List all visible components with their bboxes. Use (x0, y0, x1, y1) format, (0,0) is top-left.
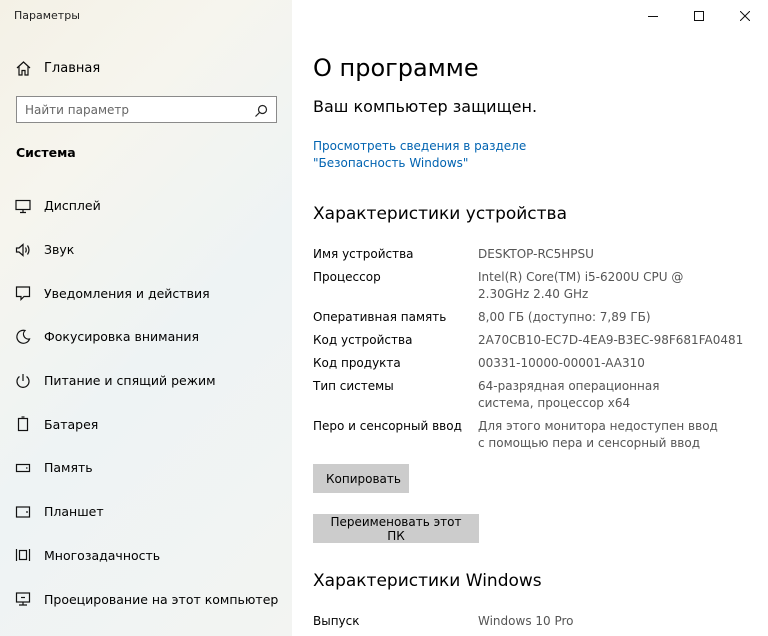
maximize-icon (694, 6, 704, 25)
minimize-icon (648, 6, 658, 25)
spec-value: DESKTOP-RC5HPSU (478, 247, 594, 261)
windows-specs-heading: Характеристики Windows (313, 571, 542, 591)
maximize-button[interactable] (676, 0, 722, 30)
spec-value: Для этого монитора недоступен ввод с пом… (478, 419, 718, 450)
protection-status: Ваш компьютер защищен. (313, 97, 538, 116)
sidebar-item-label: Память (44, 460, 93, 476)
projecting-icon (15, 591, 31, 607)
sidebar-item-label: Фокусировка внимания (44, 329, 200, 345)
sidebar-item-focus-assist[interactable]: Фокусировка внимания (0, 315, 292, 359)
section-title: Система (16, 145, 76, 160)
sidebar-item-label: Батарея (44, 416, 99, 432)
sidebar-item-label: Питание и спящий режим (44, 373, 216, 389)
sidebar-item-notifications[interactable]: Уведомления и действия (0, 271, 292, 315)
window-title: Параметры (14, 9, 80, 22)
sidebar-item-projecting[interactable]: Проецирование на этот компьютер (0, 577, 292, 621)
sidebar-item-label: Дисплей (44, 198, 101, 214)
sidebar: Параметры Главная Система Дисплей (0, 0, 292, 636)
windows-security-link[interactable]: Просмотреть сведения в разделе "Безопасн… (313, 138, 613, 172)
home-button[interactable]: Главная (14, 58, 100, 78)
sidebar-nav: Дисплей Звук Уведомления и действия Фоку… (0, 184, 292, 621)
copy-button[interactable]: Копировать (313, 464, 409, 493)
spec-value: Intel(R) Core(TM) i5-6200U CPU @ 2.30GHz… (478, 270, 684, 301)
minimize-button[interactable] (630, 0, 676, 30)
spec-key: Имя устройства (313, 247, 414, 261)
sidebar-item-storage[interactable]: Память (0, 446, 292, 490)
tablet-icon (15, 504, 31, 520)
spec-key: Тип системы (313, 379, 394, 393)
sidebar-item-label: Звук (44, 242, 75, 258)
storage-icon (15, 460, 31, 476)
window-controls (630, 0, 768, 30)
search-icon[interactable] (254, 103, 268, 117)
multitasking-icon (15, 547, 31, 563)
sidebar-item-tablet[interactable]: Планшет (0, 490, 292, 534)
sidebar-item-label: Уведомления и действия (44, 285, 210, 301)
spec-value: 8,00 ГБ (доступно: 7,89 ГБ) (478, 310, 651, 324)
sidebar-item-label: Многозадачность (44, 547, 161, 563)
spec-value: 64-разрядная операционная система, проце… (478, 379, 660, 410)
sidebar-item-battery[interactable]: Батарея (0, 402, 292, 446)
spec-key: Выпуск (313, 614, 360, 628)
home-icon (14, 59, 32, 77)
sidebar-item-label: Проецирование на этот компьютер (44, 591, 279, 607)
search-input[interactable] (25, 102, 254, 117)
rename-pc-button[interactable]: Переименовать этот ПК (313, 514, 479, 543)
device-specs-heading: Характеристики устройства (313, 204, 567, 224)
spec-value: 2A70CB10-EC7D-4EA9-B3EC-98F681FA0481 (478, 333, 744, 347)
notification-icon (15, 285, 31, 302)
sidebar-item-multitasking[interactable]: Многозадачность (0, 534, 292, 578)
spec-key: Перо и сенсорный ввод (313, 419, 462, 433)
sidebar-item-display[interactable]: Дисплей (0, 184, 292, 228)
spec-key: Оперативная память (313, 310, 447, 324)
spec-value: Windows 10 Pro (478, 614, 574, 628)
sidebar-item-power[interactable]: Питание и спящий режим (0, 359, 292, 403)
spec-key: Код продукта (313, 356, 401, 370)
close-button[interactable] (722, 0, 768, 30)
search-box[interactable] (16, 96, 277, 123)
sidebar-item-sound[interactable]: Звук (0, 228, 292, 272)
main-content: О программе Ваш компьютер защищен. Просм… (292, 0, 768, 636)
speaker-icon (15, 242, 31, 258)
spec-key: Процессор (313, 270, 381, 284)
moon-icon (15, 329, 31, 345)
spec-key: Код устройства (313, 333, 413, 347)
home-label: Главная (44, 60, 101, 76)
page-title: О программе (313, 54, 479, 82)
battery-icon (15, 416, 31, 432)
display-icon (15, 198, 31, 214)
spec-value: 00331-10000-00001-AA310 (478, 356, 645, 370)
sidebar-item-label: Планшет (44, 504, 104, 520)
power-icon (15, 373, 31, 389)
close-icon (739, 6, 751, 25)
